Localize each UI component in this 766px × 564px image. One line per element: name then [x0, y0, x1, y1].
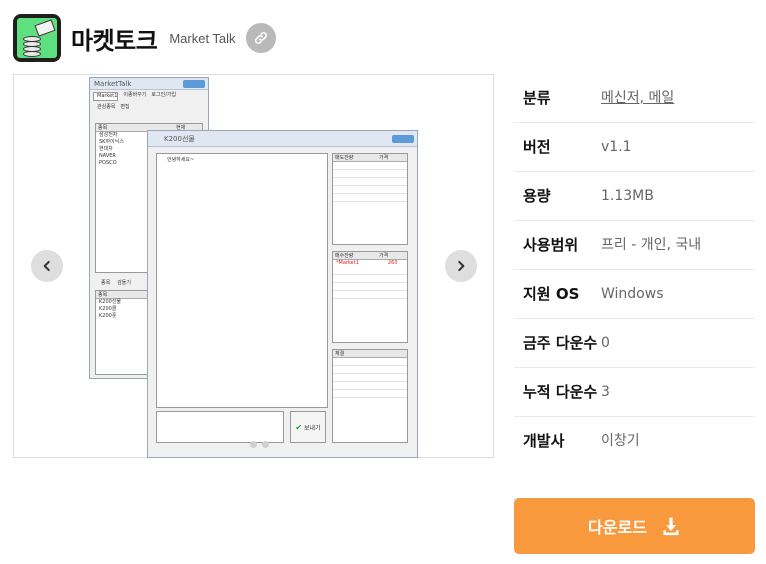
mock-tab: 로그인/가입: [151, 92, 177, 98]
mock-col-header: 가격: [379, 253, 389, 259]
info-row-developer: 개발사 이창기: [514, 417, 755, 465]
mock-col-header: 체결: [333, 350, 407, 358]
gallery-dot[interactable]: [250, 441, 257, 448]
gallery-next-button[interactable]: [445, 250, 477, 282]
app-subtitle: Market Talk: [169, 30, 236, 46]
app-header: 마켓토크 Market Talk: [13, 13, 276, 63]
info-label: 사용범위: [523, 236, 579, 254]
mock-col-header: 매수잔량: [335, 253, 354, 259]
mock-button: 관심종목: [97, 104, 116, 110]
share-link-button[interactable]: [245, 23, 276, 53]
info-row-category: 분류 메신저, 메일: [514, 74, 755, 123]
mock-send-button: ✔ 보내기: [290, 411, 326, 443]
mock-chat-message: 안녕하세요~: [167, 157, 195, 163]
mock-buy-row-name: *Market1: [336, 260, 359, 266]
info-label: 누적 다운수: [523, 383, 598, 401]
gallery-dots: [250, 441, 269, 448]
info-label: 금주 다운수: [523, 334, 598, 352]
mock-tab: Market1: [93, 92, 119, 101]
download-label: 다운로드: [588, 518, 647, 537]
mock-col-header: 매도잔량: [335, 155, 354, 161]
mock-button: 종목: [101, 280, 111, 286]
info-row-size: 용량 1.13MB: [514, 172, 755, 221]
mock-window-title: K200선물: [164, 134, 195, 143]
info-value: 1.13MB: [601, 188, 654, 204]
info-value: 프리 - 개인, 국내: [601, 237, 702, 253]
info-value: Windows: [601, 286, 664, 302]
mock-col-header: 가격: [379, 155, 389, 161]
info-value: 이창기: [601, 433, 640, 449]
download-icon: [663, 517, 679, 536]
gallery-prev-button[interactable]: [31, 250, 63, 282]
mock-tab: 이종바꾸기: [123, 92, 147, 98]
info-value: 3: [601, 384, 610, 400]
chevron-left-icon: [43, 260, 50, 272]
info-row-version: 버전 v1.1: [514, 123, 755, 172]
gallery-dot[interactable]: [262, 441, 269, 448]
mock-button: 편집: [120, 104, 130, 110]
mock-button: 감들기: [117, 280, 132, 286]
mock-chat-area: 안녕하세요~: [156, 153, 328, 408]
info-label: 용량: [523, 187, 551, 205]
info-row-total-downloads: 누적 다운수 3: [514, 368, 755, 417]
screenshot-window-k200: K200선물 안녕하세요~ ✔ 보내기 매도잔량 가격 매수잔량 가격 *Mar…: [147, 130, 418, 458]
download-button[interactable]: 다운로드: [514, 498, 755, 554]
info-value: 0: [601, 335, 610, 351]
app-icon: [13, 14, 61, 62]
app-info-table: 분류 메신저, 메일 버전 v1.1 용량 1.13MB 사용범위 프리 - 개…: [514, 74, 755, 465]
info-label: 지원 OS: [523, 285, 580, 303]
info-row-os: 지원 OS Windows: [514, 270, 755, 319]
info-label: 버전: [523, 138, 551, 156]
chevron-right-icon: [458, 260, 465, 272]
mock-window-title: MarketTalk: [94, 79, 132, 88]
mock-send-label: 보내기: [304, 424, 321, 432]
info-value: v1.1: [601, 139, 632, 155]
mock-buy-row-price: 260: [388, 260, 398, 266]
info-row-weekly-downloads: 금주 다운수 0: [514, 319, 755, 368]
info-row-license: 사용범위 프리 - 개인, 국내: [514, 221, 755, 270]
info-label: 분류: [523, 89, 551, 107]
link-icon: [254, 31, 267, 45]
mock-chat-input: [156, 411, 284, 443]
app-title: 마켓토크: [71, 26, 158, 55]
screenshot-gallery: MarketTalk Market1 이종바꾸기 로그인/가입 관심종목 편집 …: [13, 74, 494, 458]
info-label: 개발사: [523, 432, 565, 450]
category-link[interactable]: 메신저, 메일: [601, 87, 755, 110]
